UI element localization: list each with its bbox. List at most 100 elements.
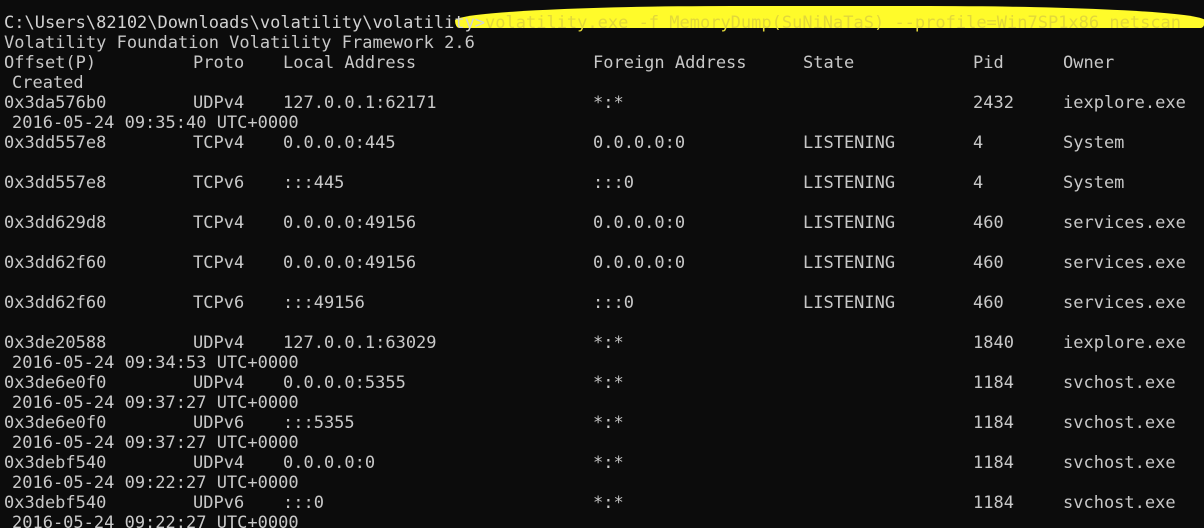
cell-proto: UDPv6 (193, 413, 245, 433)
cell-offset: 0x3debf540 (4, 493, 107, 513)
cell-created: 2016-05-24 09:37:27 UTC+0000 (12, 393, 299, 413)
cell-state: LISTENING (803, 213, 896, 233)
cell-created: 2016-05-24 09:34:53 UTC+0000 (12, 353, 299, 373)
cell-local-address: 0.0.0.0:0 (283, 453, 376, 473)
cell-owner: services.exe (1063, 253, 1186, 273)
table-row: 0x3de20588 UDPv4 127.0.0.1:63029 *:* 1840 iex… (4, 333, 1204, 353)
cell-proto: UDPv6 (193, 493, 245, 513)
cell-pid: 460 (973, 253, 1004, 273)
cell-proto: TCPv6 (193, 293, 245, 313)
cell-proto: UDPv4 (193, 453, 245, 473)
header-pid: Pid (973, 53, 1004, 73)
header-owner: Owner (1063, 53, 1115, 73)
cell-local-address: 0.0.0.0:49156 (283, 213, 417, 233)
cell-local-address: 0.0.0.0:445 (283, 133, 396, 153)
cell-foreign-address: *:* (593, 333, 624, 353)
cell-pid: 4 (973, 133, 984, 153)
cell-owner: System (1063, 173, 1125, 193)
header-created: Created (12, 73, 84, 93)
cell-owner: iexplore.exe (1063, 333, 1186, 353)
cell-state: LISTENING (803, 253, 896, 273)
table-row: 0x3debf540 UDPv4 0.0.0.0:0 *:* 1184 svchost.e… (4, 453, 1204, 473)
cell-created: 2016-05-24 09:22:27 UTC+0000 (12, 473, 299, 493)
cell-offset: 0x3dd557e8 (4, 173, 107, 193)
header-offset: Offset(P) (4, 53, 97, 73)
cell-owner: svchost.exe (1063, 373, 1176, 393)
cell-local-address: 127.0.0.1:63029 (283, 333, 437, 353)
table-row: 0x3dd62f60 TCPv4 0.0.0.0:49156 0.0.0.0:0 LIS… (4, 253, 1204, 273)
table-row: 0x3dd557e8 TCPv4 0.0.0.0:445 0.0.0.0:0 LISTE… (4, 133, 1204, 153)
cell-owner: iexplore.exe (1063, 93, 1186, 113)
table-row: 0x3dd629d8 TCPv4 0.0.0.0:49156 0.0.0.0:0 LIS… (4, 213, 1204, 233)
cell-local-address: 0.0.0.0:5355 (283, 373, 406, 393)
cell-foreign-address: *:* (593, 413, 624, 433)
table-row: 0x3de6e0f0 UDPv4 0.0.0.0:5355 *:* 1184 svchos… (4, 373, 1204, 393)
cell-offset: 0x3de6e0f0 (4, 413, 107, 433)
cell-offset: 0x3de20588 (4, 333, 107, 353)
cell-owner: svchost.exe (1063, 493, 1176, 513)
cell-proto: UDPv4 (193, 333, 245, 353)
command-prompt: C:\Users\82102\Downloads\volatility\vola… (4, 13, 486, 33)
cell-state: LISTENING (803, 293, 896, 313)
cell-foreign-address: 0.0.0.0:0 (593, 133, 686, 153)
cell-proto: TCPv6 (193, 173, 245, 193)
cell-local-address: 127.0.0.1:62171 (283, 93, 437, 113)
cell-foreign-address: *:* (593, 453, 624, 473)
cell-foreign-address: *:* (593, 93, 624, 113)
cell-local-address: :::49156 (283, 293, 365, 313)
header-local-address: Local Address (283, 53, 417, 73)
cell-pid: 1184 (973, 413, 1014, 433)
command-text: volatility.exe -f MemoryDump(SuNiNaTaS) … (485, 13, 1182, 33)
table-row: 0x3dd62f60 TCPv6:::49156:::0 LISTENING 460 s… (4, 293, 1204, 313)
cell-offset: 0x3dd629d8 (4, 213, 107, 233)
terminal-window[interactable]: C:\Users\82102\Downloads\volatility\vola… (0, 0, 1204, 528)
cell-proto: UDPv4 (193, 373, 245, 393)
table-row: 0x3debf540 UDPv6:::0 *:* 1184 svchost.exe (4, 493, 1204, 513)
cell-offset: 0x3dd557e8 (4, 133, 107, 153)
cell-local-address: :::0 (283, 493, 324, 513)
cell-created: 2016-05-24 09:22:27 UTC+0000 (12, 513, 299, 528)
banner-line: Volatility Foundation Volatility Framewo… (4, 33, 475, 53)
cell-state: LISTENING (803, 133, 896, 153)
cell-state: LISTENING (803, 173, 896, 193)
cell-offset: 0x3da576b0 (4, 93, 107, 113)
cell-offset: 0x3debf540 (4, 453, 107, 473)
cell-created: 2016-05-24 09:35:40 UTC+0000 (12, 113, 299, 133)
cell-local-address: 0.0.0.0:49156 (283, 253, 417, 273)
table-header: Offset(P) Proto Local Address Foreign Ad… (4, 53, 1204, 73)
cell-offset: 0x3dd62f60 (4, 293, 107, 313)
cell-foreign-address: *:* (593, 493, 624, 513)
table-row: 0x3de6e0f0 UDPv6:::5355 *:* 1184 svchost.exe (4, 413, 1204, 433)
cell-foreign-address: 0.0.0.0:0 (593, 253, 686, 273)
cell-proto: TCPv4 (193, 253, 245, 273)
cell-pid: 1184 (973, 373, 1014, 393)
cell-created: 2016-05-24 09:37:27 UTC+0000 (12, 433, 299, 453)
cell-foreign-address: 0.0.0.0:0 (593, 213, 686, 233)
command-line: C:\Users\82102\Downloads\volatility\vola… (4, 13, 1181, 33)
cell-proto: TCPv4 (193, 213, 245, 233)
cell-pid: 1184 (973, 493, 1014, 513)
cell-pid: 1840 (973, 333, 1014, 353)
cell-pid: 1184 (973, 453, 1014, 473)
cell-foreign-address: *:* (593, 373, 624, 393)
cell-proto: TCPv4 (193, 133, 245, 153)
cell-foreign-address: :::0 (593, 173, 634, 193)
cell-owner: svchost.exe (1063, 413, 1176, 433)
cell-owner: System (1063, 133, 1125, 153)
cell-pid: 4 (973, 173, 984, 193)
cell-pid: 460 (973, 213, 1004, 233)
table-row: 0x3da576b0 UDPv4 127.0.0.1:62171 *:* 2432 iex… (4, 93, 1204, 113)
cell-owner: services.exe (1063, 213, 1186, 233)
cell-foreign-address: :::0 (593, 293, 634, 313)
table-row: 0x3dd557e8 TCPv6:::445:::0 LISTENING 4 Syste… (4, 173, 1204, 193)
cell-local-address: :::445 (283, 173, 345, 193)
header-state: State (803, 53, 855, 73)
cell-pid: 460 (973, 293, 1004, 313)
header-proto: Proto (193, 53, 245, 73)
cell-owner: services.exe (1063, 293, 1186, 313)
cell-proto: UDPv4 (193, 93, 245, 113)
cell-offset: 0x3de6e0f0 (4, 373, 107, 393)
cell-pid: 2432 (973, 93, 1014, 113)
cell-owner: svchost.exe (1063, 453, 1176, 473)
cell-local-address: :::5355 (283, 413, 355, 433)
